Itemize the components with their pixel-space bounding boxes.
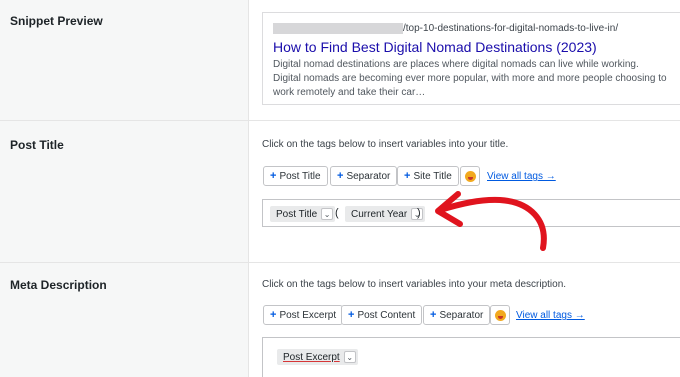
tag-post-content-button[interactable]: + Post Content — [341, 305, 423, 325]
chevron-down-icon[interactable]: ⌄ — [343, 351, 356, 363]
plus-icon: + — [404, 170, 411, 182]
tag-separator-button[interactable]: + Separator — [330, 166, 398, 186]
column-separator — [248, 0, 249, 377]
snippet-preview-label: Snippet Preview — [10, 14, 103, 28]
plus-icon: + — [270, 309, 277, 321]
meta-description-label: Meta Description — [10, 278, 107, 292]
section-divider — [0, 120, 680, 121]
chevron-down-icon[interactable]: ⌄ — [321, 208, 334, 220]
meta-description-editor[interactable]: Post Excerpt ⌄ — [262, 337, 680, 377]
tag-separator-button[interactable]: + Separator — [423, 305, 491, 325]
plus-icon: + — [348, 309, 355, 321]
post-title-help-text: Click on the tags below to insert variab… — [262, 139, 509, 150]
emoji-icon — [494, 309, 506, 321]
token-post-excerpt[interactable]: Post Excerpt ⌄ — [277, 349, 358, 365]
snippet-url-path: /top-10-destinations-for-digital-nomads-… — [403, 23, 619, 35]
emoji-button[interactable] — [490, 305, 510, 325]
open-paren: ( — [335, 207, 339, 219]
post-title-label: Post Title — [10, 138, 64, 152]
snippet-description: Digital nomad destinations are places wh… — [273, 59, 667, 98]
settings-label-column — [0, 0, 248, 377]
plus-icon: + — [337, 170, 344, 182]
plus-icon: + — [270, 170, 277, 182]
token-post-title[interactable]: Post Title ⌄ — [270, 206, 336, 222]
tag-post-title-button[interactable]: + Post Title — [263, 166, 328, 186]
snippet-url: /top-10-destinations-for-digital-nomads-… — [273, 23, 618, 34]
plus-icon: + — [430, 309, 437, 321]
blurred-domain — [273, 23, 403, 34]
tag-post-excerpt-button[interactable]: + Post Excerpt — [263, 305, 344, 325]
view-all-tags-link[interactable]: View all tags → — [516, 310, 585, 321]
meta-description-help-text: Click on the tags below to insert variab… — [262, 279, 567, 290]
red-arrow-annotation — [435, 191, 547, 251]
snippet-title: How to Find Best Digital Nomad Destinati… — [273, 39, 597, 55]
section-divider — [0, 262, 680, 263]
token-current-year[interactable]: Current Year ⌄ — [345, 206, 426, 222]
snippet-preview-box: /top-10-destinations-for-digital-nomads-… — [262, 12, 680, 105]
